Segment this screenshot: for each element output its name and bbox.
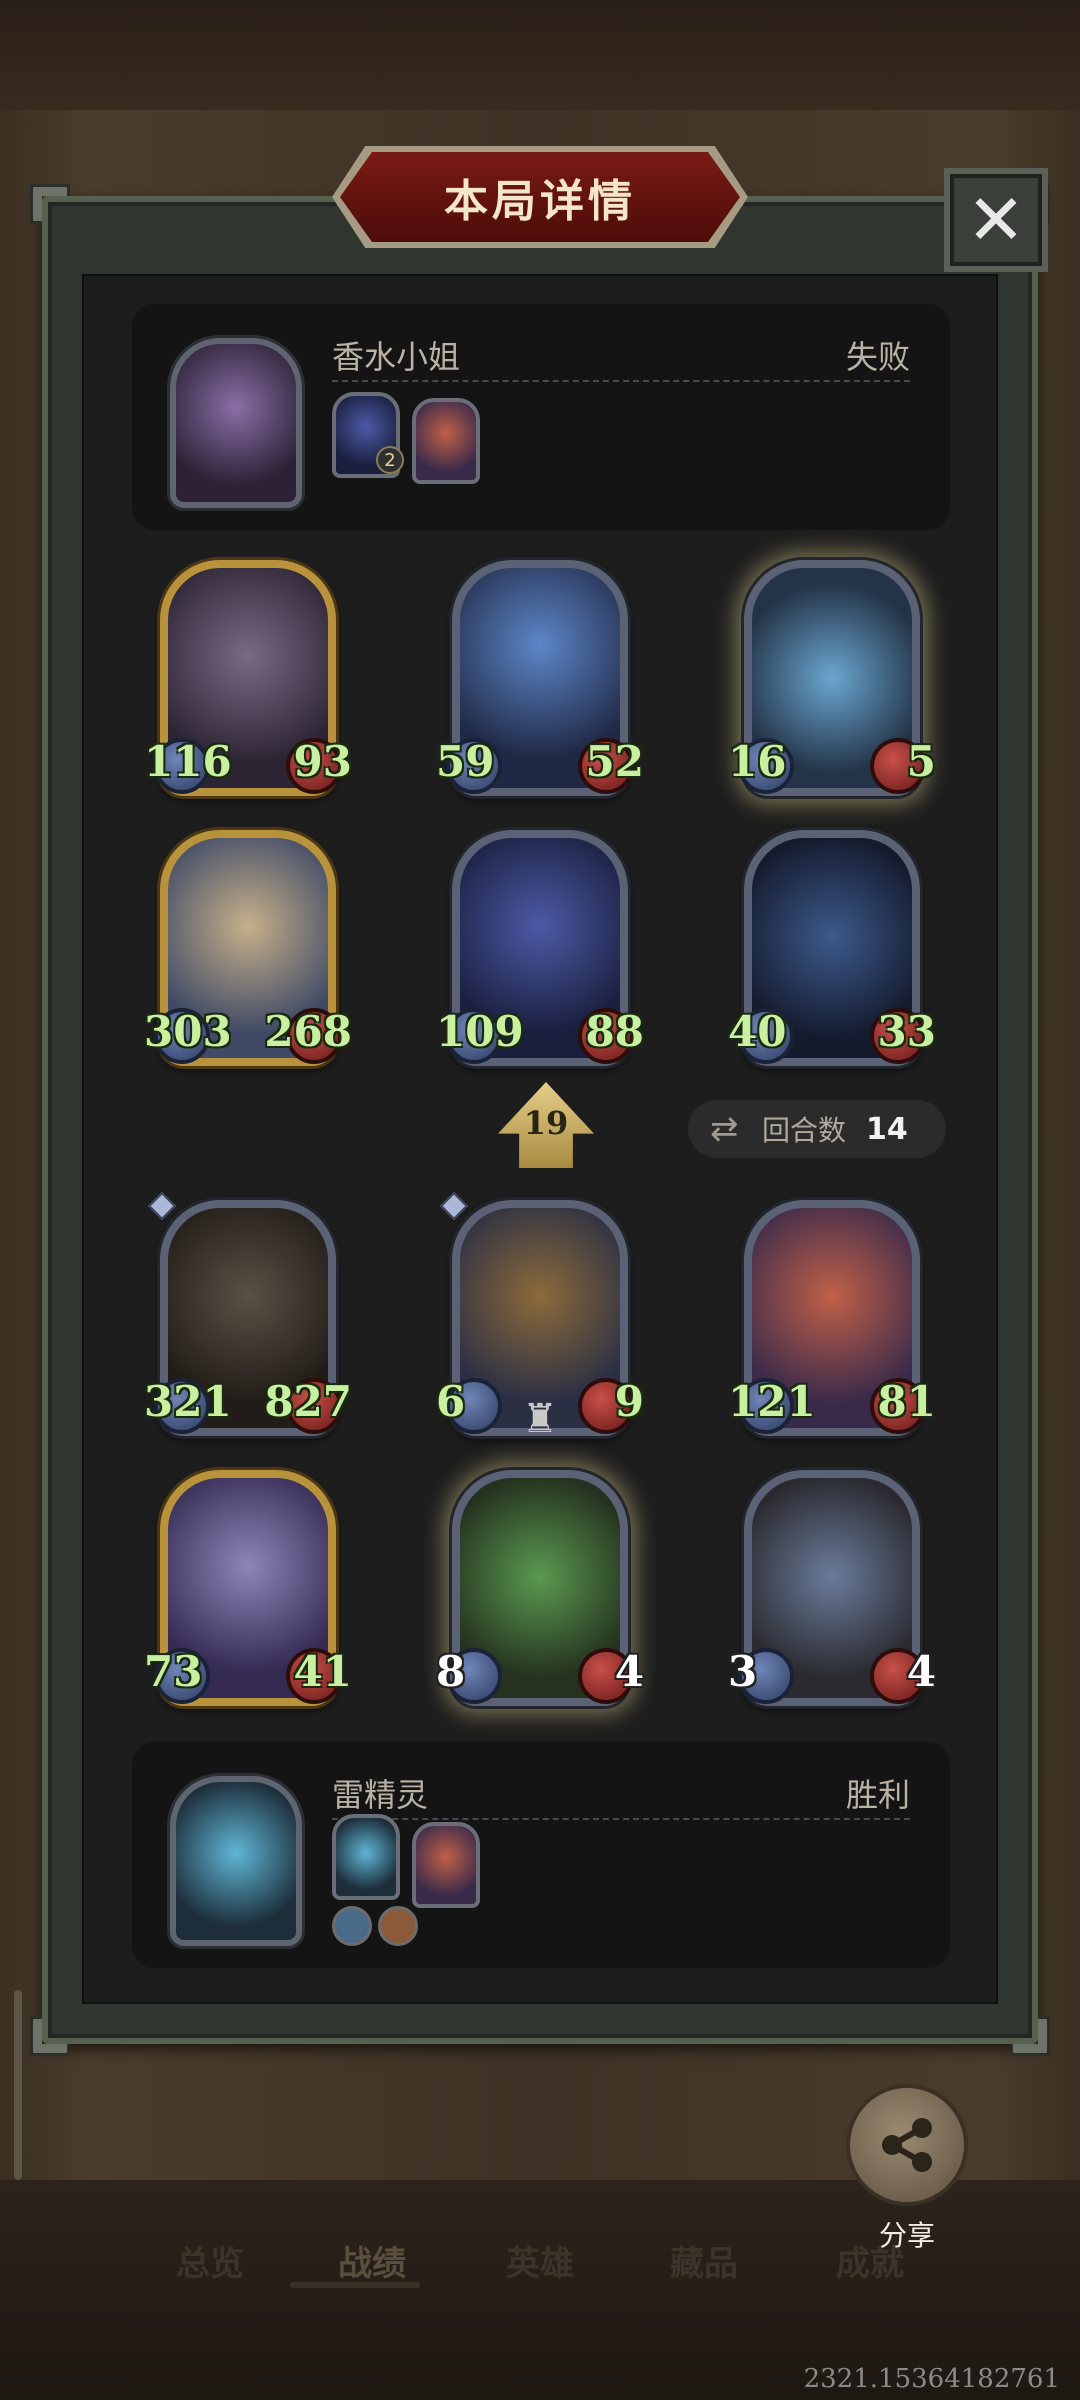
nav-overview[interactable]: 总览 [176,2236,244,2285]
minion-health: 81 [877,1377,936,1426]
minion-attack: 303 [144,1007,232,1056]
page-title: 本局详情 [444,176,636,227]
minion-health: 5 [906,737,936,786]
tavern-tier: 19 [523,1104,569,1142]
minion-attack: 73 [144,1647,203,1696]
corner-bracket-icon [1010,2016,1050,2056]
minion-attack: 8 [436,1647,466,1696]
refresh-icon: ⇄ [710,1109,739,1149]
opponent-result: 失败 [845,338,910,376]
deathrattle-icon: ♜ [522,1396,558,1442]
level-badge: 2 [376,446,404,474]
minion-health: 33 [877,1007,936,1056]
minion-health: 41 [293,1647,352,1696]
minion-card[interactable]: 303 268 [144,830,352,1070]
minion-health: 4 [906,1647,936,1696]
opponent-panel[interactable]: 香水小姐 失败 2 [132,304,950,530]
nav-heroes[interactable]: 英雄 [506,2236,574,2285]
round-counter: ⇄ 回合数 14 [688,1100,946,1158]
minion-attack: 109 [436,1007,524,1056]
minion-card[interactable]: 8 4 [436,1470,644,1710]
minion-health: 88 [585,1007,644,1056]
trinket-card[interactable] [412,1822,480,1908]
minion-attack: 6 [436,1377,466,1426]
title-banner: 本局详情 [340,152,740,242]
minion-attack: 40 [728,1007,787,1056]
minion-attack: 321 [144,1377,232,1426]
minion-card[interactable]: 3 4 [728,1470,936,1710]
minion-card[interactable]: 321 827 [144,1191,352,1440]
minion-card[interactable]: 73 41 [144,1470,352,1710]
minion-attack: 121 [728,1377,816,1426]
share-icon [882,2118,932,2172]
close-icon: ✕ [966,179,1026,261]
player-result: 胜利 [845,1776,910,1814]
minion-card[interactable]: 59 52 [436,560,644,800]
minion-card[interactable]: 121 81 [728,1200,936,1440]
buff-icon[interactable] [378,1906,418,1946]
opponent-name: 香水小姐 [332,338,461,376]
player-panel[interactable]: 雷精灵 胜利 [132,1742,950,1968]
share-button[interactable] [846,2084,968,2206]
minion-health: 4 [614,1647,644,1696]
trinket-card[interactable] [412,398,480,484]
buff-icon[interactable] [332,1906,372,1946]
minion-health: 9 [614,1377,644,1426]
round-value: 14 [866,1111,908,1147]
minion-health: 52 [585,737,644,786]
minion-health: 268 [264,1007,352,1056]
nav-records[interactable]: 战绩 [338,2236,406,2285]
watermark: 2321.15364182761 [803,2364,1060,2394]
minion-card[interactable]: 109 88 [436,830,644,1070]
minion-card[interactable]: 116 93 [144,560,352,800]
minion-attack: 3 [728,1647,758,1696]
nav-active-indicator [290,2282,420,2288]
corner-bracket-icon [30,2016,70,2056]
player-name: 雷精灵 [332,1776,429,1814]
scrollbar[interactable] [14,1990,22,2180]
nav-collection[interactable]: 藏品 [670,2236,738,2285]
divider [332,380,910,382]
divider [332,1818,910,1820]
corner-bracket-icon [30,184,70,224]
minion-attack: 116 [144,737,232,786]
hero-power-card[interactable] [332,1814,400,1900]
close-button[interactable]: ✕ [944,168,1048,272]
minion-card[interactable]: 16 5 [728,560,936,800]
minion-attack: 16 [728,737,787,786]
nav-achievements[interactable]: 成就 [836,2236,904,2285]
round-label: 回合数 [762,1114,847,1147]
minion-card[interactable]: 40 33 [728,830,936,1070]
minion-health: 827 [264,1377,352,1426]
minion-health: 93 [293,737,352,786]
player-hero-portrait[interactable] [170,1776,302,1946]
opponent-hero-portrait[interactable] [170,338,302,508]
minion-attack: 59 [436,737,495,786]
